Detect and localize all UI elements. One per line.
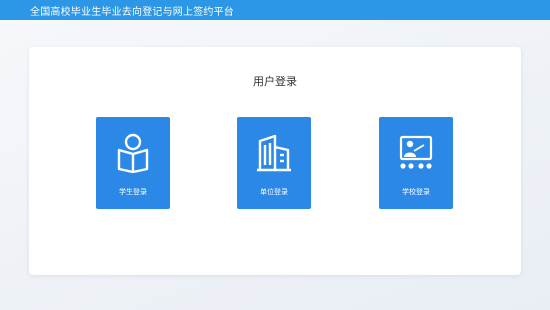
student-login-label: 学生登录 bbox=[119, 188, 147, 196]
student-login-button[interactable]: 学生登录 bbox=[96, 117, 170, 209]
top-header-bar: 全国高校毕业生毕业去向登记与网上签约平台 bbox=[0, 0, 550, 20]
teacher-board-icon bbox=[397, 133, 435, 173]
building-icon bbox=[255, 133, 293, 173]
login-title: 用户登录 bbox=[253, 75, 297, 88]
unit-login-button[interactable]: 单位登录 bbox=[237, 117, 311, 209]
student-reading-icon bbox=[114, 133, 152, 173]
platform-title: 全国高校毕业生毕业去向登记与网上签约平台 bbox=[30, 6, 234, 18]
login-panel: 用户登录 学生登录 单位登录 学校登录 bbox=[29, 47, 521, 275]
unit-login-label: 单位登录 bbox=[260, 188, 288, 196]
school-login-label: 学校登录 bbox=[402, 188, 430, 196]
school-login-button[interactable]: 学校登录 bbox=[379, 117, 453, 209]
